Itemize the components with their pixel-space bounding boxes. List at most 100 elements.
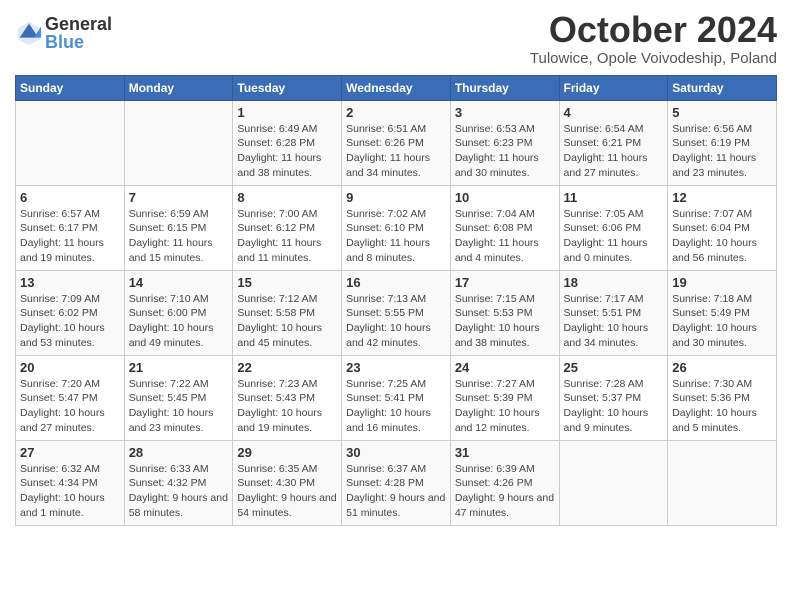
sunrise-text: Sunrise: 7:09 AM	[20, 292, 120, 307]
day-info: Sunrise: 7:12 AMSunset: 5:58 PMDaylight:…	[237, 292, 337, 351]
calendar-cell: 26Sunrise: 7:30 AMSunset: 5:36 PMDayligh…	[668, 355, 777, 440]
calendar-table: Sunday Monday Tuesday Wednesday Thursday…	[15, 75, 777, 526]
day-info: Sunrise: 7:17 AMSunset: 5:51 PMDaylight:…	[564, 292, 664, 351]
daylight-text: Daylight: 11 hours and 4 minutes.	[455, 236, 555, 265]
daylight-text: Daylight: 10 hours and 56 minutes.	[672, 236, 772, 265]
day-info: Sunrise: 6:49 AMSunset: 6:28 PMDaylight:…	[237, 122, 337, 181]
calendar-week-1: 1Sunrise: 6:49 AMSunset: 6:28 PMDaylight…	[16, 100, 777, 185]
day-number: 2	[346, 105, 446, 120]
daylight-text: Daylight: 10 hours and 19 minutes.	[237, 406, 337, 435]
calendar-cell: 23 Sunrise: 7:25 AMSunset: 5:41 PMDayligh…	[342, 355, 451, 440]
daylight-text: Daylight: 11 hours and 38 minutes.	[237, 151, 337, 180]
calendar-cell: 18Sunrise: 7:17 AMSunset: 5:51 PMDayligh…	[559, 270, 668, 355]
calendar-cell: 11Sunrise: 7:05 AMSunset: 6:06 PMDayligh…	[559, 185, 668, 270]
sunrise-text: Sunrise: 7:17 AM	[564, 292, 664, 307]
sunrise-text: Sunrise: 6:37 AM	[346, 462, 446, 477]
calendar-cell: 7 Sunrise: 6:59 AMSunset: 6:15 PMDaylight…	[124, 185, 233, 270]
day-info: Sunrise: 6:59 AMSunset: 6:15 PMDaylight:…	[129, 207, 229, 266]
sunset-text: Sunset: 6:28 PM	[237, 136, 337, 151]
calendar-cell: 27 Sunrise: 6:32 AMSunset: 4:34 PMDayligh…	[16, 440, 125, 525]
sunrise-text: Sunrise: 7:23 AM	[237, 377, 337, 392]
day-info: Sunrise: 7:25 AMSunset: 5:41 PMDaylight:…	[346, 377, 446, 436]
daylight-text: Daylight: 11 hours and 8 minutes.	[346, 236, 446, 265]
calendar-cell: 28Sunrise: 6:33 AMSunset: 4:32 PMDayligh…	[124, 440, 233, 525]
calendar-cell: 1Sunrise: 6:49 AMSunset: 6:28 PMDaylight…	[233, 100, 342, 185]
daylight-text: Daylight: 9 hours and 51 minutes.	[346, 491, 446, 520]
day-number: 15	[237, 275, 337, 290]
daylight-text: Daylight: 10 hours and 12 minutes.	[455, 406, 555, 435]
calendar-cell: 24Sunrise: 7:27 AMSunset: 5:39 PMDayligh…	[450, 355, 559, 440]
calendar-cell: 15 Sunrise: 7:12 AMSunset: 5:58 PMDayligh…	[233, 270, 342, 355]
day-info: Sunrise: 7:10 AMSunset: 6:00 PMDaylight:…	[129, 292, 229, 351]
day-number: 6	[20, 190, 120, 205]
day-number: 13	[20, 275, 120, 290]
day-info: Sunrise: 6:54 AMSunset: 6:21 PMDaylight:…	[564, 122, 664, 181]
sunset-text: Sunset: 6:19 PM	[672, 136, 772, 151]
logo-blue: Blue	[45, 33, 112, 51]
calendar-cell: 20Sunrise: 7:20 AMSunset: 5:47 PMDayligh…	[16, 355, 125, 440]
day-info: Sunrise: 7:07 AMSunset: 6:04 PMDaylight:…	[672, 207, 772, 266]
calendar-cell: 10Sunrise: 7:04 AMSunset: 6:08 PMDayligh…	[450, 185, 559, 270]
sunrise-text: Sunrise: 7:15 AM	[455, 292, 555, 307]
daylight-text: Daylight: 10 hours and 9 minutes.	[564, 406, 664, 435]
daylight-text: Daylight: 10 hours and 42 minutes.	[346, 321, 446, 350]
daylight-text: Daylight: 10 hours and 1 minute.	[20, 491, 120, 520]
day-number: 21	[129, 360, 229, 375]
daylight-text: Daylight: 11 hours and 15 minutes.	[129, 236, 229, 265]
day-info: Sunrise: 7:28 AMSunset: 5:37 PMDaylight:…	[564, 377, 664, 436]
day-number: 14	[129, 275, 229, 290]
sunrise-text: Sunrise: 7:05 AM	[564, 207, 664, 222]
sunrise-text: Sunrise: 6:57 AM	[20, 207, 120, 222]
calendar-cell: 4 Sunrise: 6:54 AMSunset: 6:21 PMDaylight…	[559, 100, 668, 185]
sunrise-text: Sunrise: 7:25 AM	[346, 377, 446, 392]
day-number: 9	[346, 190, 446, 205]
sunrise-text: Sunrise: 7:13 AM	[346, 292, 446, 307]
day-number: 23	[346, 360, 446, 375]
sunrise-text: Sunrise: 7:22 AM	[129, 377, 229, 392]
month-title: October 2024	[530, 10, 777, 50]
header-row: Sunday Monday Tuesday Wednesday Thursday…	[16, 75, 777, 100]
sunset-text: Sunset: 6:26 PM	[346, 136, 446, 151]
sunrise-text: Sunrise: 7:18 AM	[672, 292, 772, 307]
calendar-cell	[668, 440, 777, 525]
sunset-text: Sunset: 5:51 PM	[564, 306, 664, 321]
sunset-text: Sunset: 5:39 PM	[455, 391, 555, 406]
sunrise-text: Sunrise: 6:51 AM	[346, 122, 446, 137]
day-number: 24	[455, 360, 555, 375]
day-info: Sunrise: 6:32 AMSunset: 4:34 PMDaylight:…	[20, 462, 120, 521]
day-number: 19	[672, 275, 772, 290]
day-info: Sunrise: 7:05 AMSunset: 6:06 PMDaylight:…	[564, 207, 664, 266]
day-number: 31	[455, 445, 555, 460]
day-info: Sunrise: 7:04 AMSunset: 6:08 PMDaylight:…	[455, 207, 555, 266]
logo-text: General Blue	[45, 15, 112, 51]
day-info: Sunrise: 6:39 AMSunset: 4:26 PMDaylight:…	[455, 462, 555, 521]
sunset-text: Sunset: 5:58 PM	[237, 306, 337, 321]
daylight-text: Daylight: 9 hours and 47 minutes.	[455, 491, 555, 520]
daylight-text: Daylight: 9 hours and 54 minutes.	[237, 491, 337, 520]
header-thursday: Thursday	[450, 75, 559, 100]
sunrise-text: Sunrise: 7:12 AM	[237, 292, 337, 307]
day-number: 4	[564, 105, 664, 120]
daylight-text: Daylight: 10 hours and 38 minutes.	[455, 321, 555, 350]
daylight-text: Daylight: 10 hours and 16 minutes.	[346, 406, 446, 435]
calendar-week-3: 13Sunrise: 7:09 AMSunset: 6:02 PMDayligh…	[16, 270, 777, 355]
calendar-cell: 31 Sunrise: 6:39 AMSunset: 4:26 PMDayligh…	[450, 440, 559, 525]
sunset-text: Sunset: 5:55 PM	[346, 306, 446, 321]
daylight-text: Daylight: 11 hours and 23 minutes.	[672, 151, 772, 180]
day-number: 7	[129, 190, 229, 205]
calendar-cell: 2Sunrise: 6:51 AMSunset: 6:26 PMDaylight…	[342, 100, 451, 185]
day-info: Sunrise: 7:23 AMSunset: 5:43 PMDaylight:…	[237, 377, 337, 436]
day-info: Sunrise: 7:20 AMSunset: 5:47 PMDaylight:…	[20, 377, 120, 436]
calendar-cell: 19Sunrise: 7:18 AMSunset: 5:49 PMDayligh…	[668, 270, 777, 355]
sunrise-text: Sunrise: 6:53 AM	[455, 122, 555, 137]
calendar-cell: 5Sunrise: 6:56 AMSunset: 6:19 PMDaylight…	[668, 100, 777, 185]
sunset-text: Sunset: 5:36 PM	[672, 391, 772, 406]
day-number: 27	[20, 445, 120, 460]
daylight-text: Daylight: 11 hours and 30 minutes.	[455, 151, 555, 180]
sunset-text: Sunset: 4:30 PM	[237, 476, 337, 491]
day-info: Sunrise: 6:57 AMSunset: 6:17 PMDaylight:…	[20, 207, 120, 266]
sunset-text: Sunset: 6:00 PM	[129, 306, 229, 321]
daylight-text: Daylight: 11 hours and 27 minutes.	[564, 151, 664, 180]
day-info: Sunrise: 6:35 AMSunset: 4:30 PMDaylight:…	[237, 462, 337, 521]
day-info: Sunrise: 7:22 AMSunset: 5:45 PMDaylight:…	[129, 377, 229, 436]
